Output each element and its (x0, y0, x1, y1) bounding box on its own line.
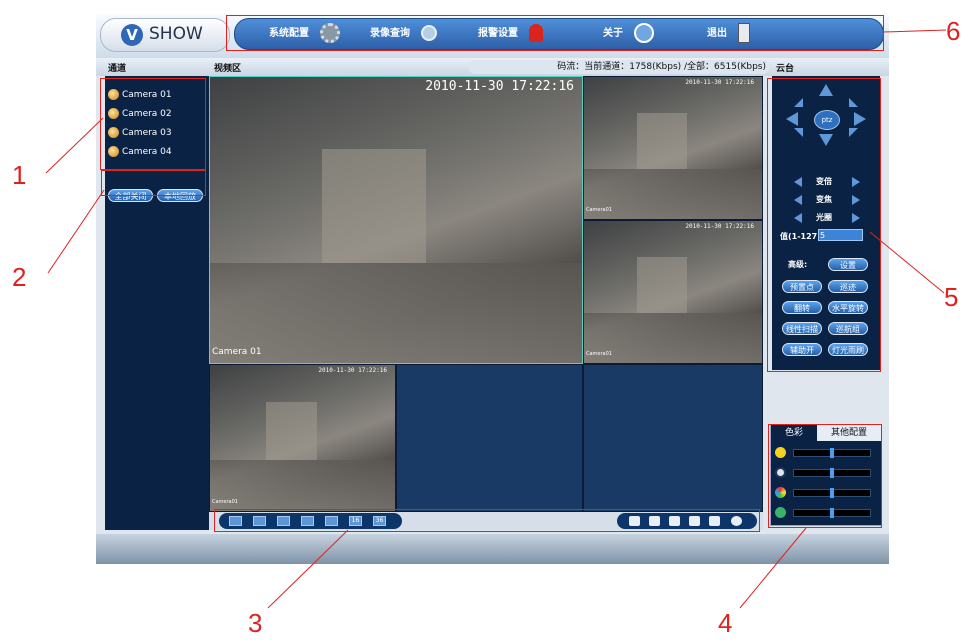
leader-line (739, 527, 807, 609)
callout-4: 4 (718, 608, 733, 638)
leader-line (47, 189, 105, 274)
leader-line (267, 529, 349, 609)
leader-line (883, 29, 947, 33)
callout-6: 6 (946, 16, 961, 46)
video-camera-label: Camera01 (586, 351, 612, 357)
callout-1: 1 (12, 160, 27, 190)
leader-line (869, 231, 945, 294)
callout-3: 3 (248, 608, 263, 638)
callout-5: 5 (944, 282, 959, 312)
video-timestamp: 2010-11-30 17:22:16 (318, 367, 387, 374)
video-timestamp: 2010-11-30 17:22:16 (685, 223, 754, 230)
video-camera-label: Camera 01 (212, 347, 262, 357)
annotation-leader-lines (45, 29, 947, 609)
callout-2: 2 (12, 262, 27, 292)
leader-line (45, 117, 104, 174)
video-timestamp: 2010-11-30 17:22:16 (425, 79, 574, 94)
video-timestamp: 2010-11-30 17:22:16 (685, 79, 754, 86)
video-camera-label: Camera01 (586, 207, 612, 213)
video-camera-label: Camera01 (212, 499, 238, 505)
